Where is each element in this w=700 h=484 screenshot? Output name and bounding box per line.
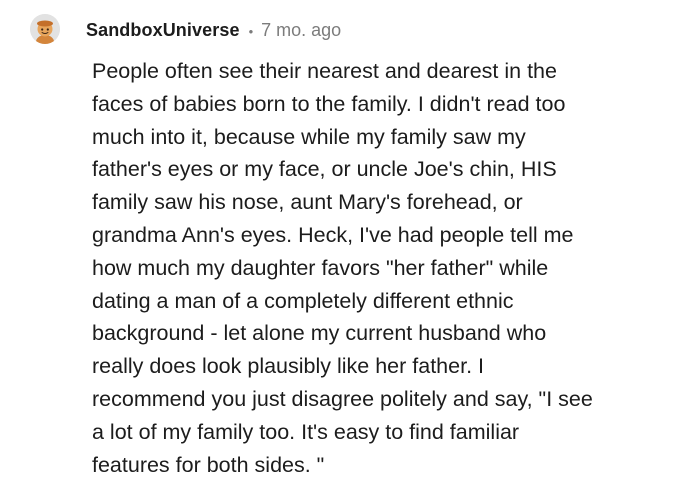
user-avatar[interactable] [30, 14, 60, 44]
comment-line: really does look plausibly like her fath… [92, 354, 484, 379]
comment-line: dating a man of a completely different e… [92, 288, 514, 313]
comment-line: grandma Ann's eyes. Heck, I've had peopl… [92, 222, 574, 247]
meta-separator: • [248, 23, 254, 39]
comment-line: features for both sides. " [92, 452, 325, 477]
comment-meta: SandboxUniverse • 7 mo. ago [86, 17, 341, 43]
reddit-snoo-avatar-icon [30, 14, 60, 44]
timestamp[interactable]: 7 mo. ago [261, 20, 341, 41]
comment-line: a lot of my family too. It's easy to fin… [92, 419, 520, 444]
comment-line: background - let alone my current husban… [92, 321, 547, 346]
comment-line: family saw his nose, aunt Mary's forehea… [92, 190, 523, 215]
comment-body: People often see their nearest and deare… [92, 55, 677, 481]
comment: SandboxUniverse • 7 mo. ago People often… [0, 0, 700, 484]
comment-line: much into it, because while my family sa… [92, 124, 526, 149]
comment-line: People often see their nearest and deare… [92, 59, 557, 83]
comment-line: how much my daughter favors "her father"… [92, 255, 549, 280]
username-link[interactable]: SandboxUniverse [86, 20, 240, 41]
comment-line: father's eyes or my face, or uncle Joe's… [92, 157, 557, 182]
comment-line: faces of babies born to the family. I di… [92, 91, 566, 116]
comment-line: recommend you just disagree politely and… [92, 386, 593, 411]
